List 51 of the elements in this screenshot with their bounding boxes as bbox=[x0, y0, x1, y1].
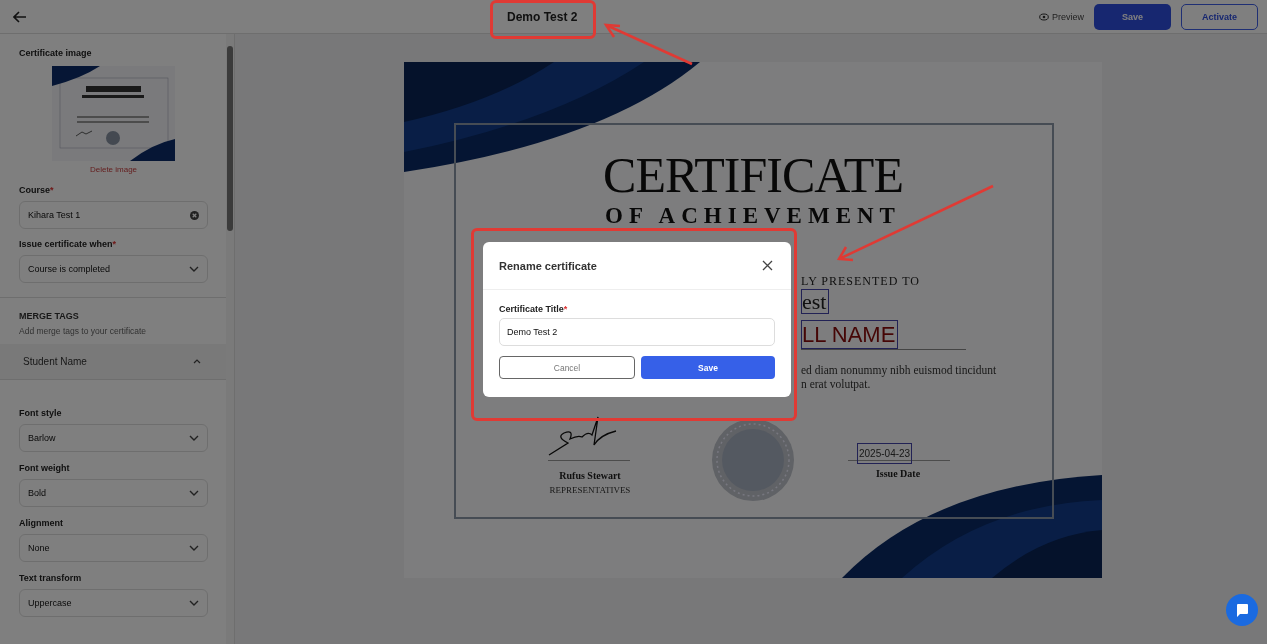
text-field[interactable]: est bbox=[801, 289, 830, 314]
preview-button[interactable]: Preview bbox=[1039, 11, 1084, 22]
save-button[interactable]: Save bbox=[1094, 3, 1171, 30]
signer-name: Rufus Stewart bbox=[558, 470, 622, 481]
chevron-down-icon bbox=[189, 435, 199, 441]
seal-icon bbox=[711, 418, 795, 502]
field-label: Alignment bbox=[19, 518, 63, 528]
body-text: ed diam nonummy nibh euismod tincidunt bbox=[801, 364, 997, 376]
name-field[interactable]: LL NAME bbox=[801, 320, 899, 349]
field-label: Font weight bbox=[19, 463, 70, 473]
section-description: Add merge tags to your certificate bbox=[19, 326, 148, 336]
chevron-down-icon bbox=[189, 490, 199, 496]
title-input[interactable]: Demo Test 2 bbox=[499, 318, 775, 346]
back-icon[interactable] bbox=[13, 10, 27, 23]
certificate-subheading: OF ACHIEVEMENT bbox=[604, 203, 902, 229]
certificate-heading: CERTIFICATE bbox=[602, 146, 904, 204]
field-label: Certificate image bbox=[19, 48, 92, 58]
save-button[interactable]: Save bbox=[641, 356, 775, 379]
select-field[interactable]: Course is completed bbox=[19, 255, 208, 283]
select-field[interactable]: Barlow bbox=[19, 424, 208, 452]
field-label: Course* bbox=[19, 185, 54, 195]
field-label: Font style bbox=[19, 408, 62, 418]
clear-icon[interactable] bbox=[190, 210, 199, 220]
input-field[interactable]: Kihara Test 1 bbox=[19, 201, 208, 229]
chat-button[interactable] bbox=[1226, 594, 1258, 626]
accordion-header[interactable]: Student Name bbox=[0, 344, 226, 380]
section-heading: MERGE TAGS bbox=[19, 311, 80, 321]
signer-role: REPRESENTATIVES bbox=[548, 485, 632, 495]
field-label: Issue certificate when* bbox=[19, 239, 117, 249]
field-label: Text transform bbox=[19, 573, 82, 583]
presented-text: LY PRESENTED TO bbox=[801, 274, 920, 289]
field-label: Certificate Title* bbox=[499, 304, 568, 314]
chevron-down-icon bbox=[189, 545, 199, 551]
body-text: n erat volutpat. bbox=[801, 378, 871, 390]
dialog-title: Rename certificate bbox=[499, 259, 597, 272]
scrollbar[interactable] bbox=[226, 34, 234, 644]
signature-drawing bbox=[548, 415, 618, 457]
delete-image-link[interactable]: Delete image bbox=[89, 165, 138, 174]
date-label: Issue Date bbox=[874, 468, 922, 479]
date-field[interactable]: 2025-04-23 bbox=[857, 443, 913, 464]
close-icon[interactable] bbox=[762, 260, 773, 271]
chat-icon bbox=[1235, 603, 1249, 617]
certificate-title: Demo Test 2 bbox=[507, 10, 578, 24]
chevron-down-icon bbox=[189, 266, 199, 272]
cancel-button[interactable]: Cancel bbox=[499, 356, 635, 379]
select-field[interactable]: Uppercase bbox=[19, 589, 208, 617]
select-field[interactable]: Bold bbox=[19, 479, 208, 507]
chevron-down-icon bbox=[189, 600, 199, 606]
eye-icon bbox=[1039, 12, 1049, 21]
select-field[interactable]: None bbox=[19, 534, 208, 562]
activate-button[interactable]: Activate bbox=[1181, 3, 1258, 30]
